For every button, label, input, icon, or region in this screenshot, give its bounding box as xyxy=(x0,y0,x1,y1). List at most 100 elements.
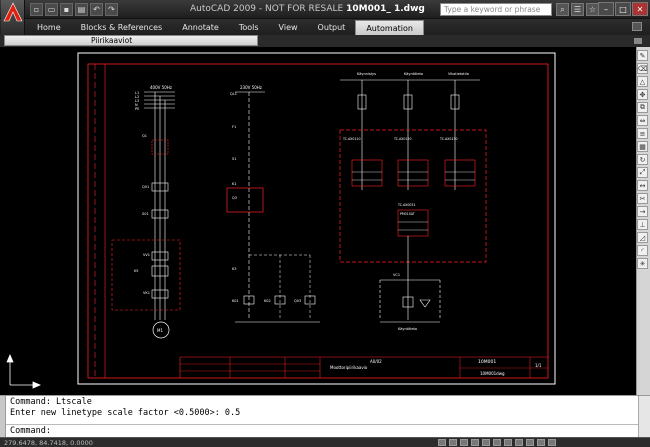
phase-lines xyxy=(144,91,175,320)
rotate-icon[interactable]: ↻ xyxy=(637,154,648,165)
trim-icon[interactable]: ✂ xyxy=(637,193,648,204)
label-q1: Q1 xyxy=(142,134,147,138)
title-drawing-number: 10M001 xyxy=(478,359,496,365)
search-icon[interactable]: ⌕ xyxy=(556,3,569,16)
array-icon[interactable]: ▦ xyxy=(637,141,648,152)
showmotion-icon[interactable] xyxy=(493,439,501,446)
clean-screen-icon[interactable] xyxy=(548,439,556,446)
zoom-icon[interactable] xyxy=(471,439,479,446)
extend-icon[interactable]: → xyxy=(637,206,648,217)
undo-icon[interactable]: ↶ xyxy=(90,3,103,16)
tab-blocks-references[interactable]: Blocks & References xyxy=(71,20,173,35)
label-k3: K3 xyxy=(232,267,237,271)
io-label-3: TC.AX0130 xyxy=(439,137,457,141)
command-input[interactable]: Command: xyxy=(6,424,638,437)
search-input[interactable]: Type a keyword or phrase xyxy=(440,3,552,16)
stretch-icon[interactable]: ↔ xyxy=(637,180,648,191)
window-title: AutoCAD 2009 - NOT FOR RESALE 10M001_ 1.… xyxy=(190,4,425,14)
output-diode xyxy=(419,299,431,308)
new-icon[interactable]: ▫ xyxy=(30,3,43,16)
app-logo-icon xyxy=(3,2,23,22)
io-inputs xyxy=(340,79,480,190)
chamfer-icon[interactable]: ◿ xyxy=(637,232,648,243)
workspace-icon[interactable] xyxy=(526,439,534,446)
offset-icon[interactable]: ≡ xyxy=(637,128,648,139)
top-label-3: Vikatietotila xyxy=(448,72,469,76)
lock-icon[interactable] xyxy=(537,439,545,446)
label-k1: K1 xyxy=(232,182,237,186)
tab-view[interactable]: View xyxy=(269,20,308,35)
redo-icon[interactable]: ↷ xyxy=(105,3,118,16)
io-module-rows xyxy=(352,171,475,231)
status-bar: 279.6478, 84.7418, 0.0000 xyxy=(0,437,650,447)
pan-icon[interactable] xyxy=(460,439,468,446)
phase-pe: PE xyxy=(135,107,139,111)
label-q01: Q01 xyxy=(142,185,149,189)
fillet-icon[interactable]: ◜ xyxy=(637,245,648,256)
move-icon[interactable]: ✥ xyxy=(637,89,648,100)
status-toggles xyxy=(438,439,556,446)
break-icon[interactable]: ⊥ xyxy=(637,219,648,230)
ribbon-tabs-bar: Home Blocks & References Annotate Tools View… xyxy=(0,19,650,35)
explode-icon[interactable]: ✳ xyxy=(637,258,648,269)
application-menu-button[interactable] xyxy=(1,0,25,35)
command-history-1: Command: Ltscale xyxy=(10,397,92,407)
label-f1: F1 xyxy=(232,125,236,129)
scale-icon[interactable]: ⤢ xyxy=(637,167,648,178)
title-block-rev: A0/02 xyxy=(370,359,382,364)
contactor-zone xyxy=(111,239,181,311)
module-text: PM01SAT xyxy=(400,212,415,216)
drawing-canvas[interactable]: 10M001 Moottoripiirikaavio A0/02 10M001d… xyxy=(0,47,636,395)
layout-icon[interactable] xyxy=(449,439,457,446)
tab-home[interactable]: Home xyxy=(27,20,71,35)
title-block-title: Moottoripiirikaavio xyxy=(330,365,368,370)
triangle-icon[interactable]: △ xyxy=(637,76,648,87)
label-vk1: VK1 xyxy=(143,291,150,295)
annotation-visibility-icon[interactable] xyxy=(515,439,523,446)
label-k5: K5 xyxy=(134,269,139,273)
panel-piirikaaviot[interactable]: Piirikaaviot xyxy=(4,35,258,46)
bottom-label: Käyntitieto xyxy=(398,327,417,331)
close-icon[interactable]: ✕ xyxy=(632,2,648,16)
label-m1: M1 xyxy=(157,328,163,333)
top-label-2: Käyntitieto xyxy=(404,72,423,76)
copy-icon[interactable]: ⧉ xyxy=(637,102,648,113)
communication-icon[interactable]: ☰ xyxy=(571,3,584,16)
label-q03: Q03 xyxy=(294,299,301,303)
tab-output[interactable]: Output xyxy=(308,20,356,35)
minimize-icon[interactable]: – xyxy=(598,2,614,16)
title-block-code: 10M001dwg xyxy=(480,371,505,376)
module-label: TC.AX0031 xyxy=(397,203,415,207)
mirror-icon[interactable]: ⇔ xyxy=(637,115,648,126)
save-icon[interactable]: ▪ xyxy=(60,3,73,16)
maximize-icon[interactable]: □ xyxy=(615,2,631,16)
title-bar: ▫ ▭ ▪ ▤ ↶ ↷ AutoCAD 2009 - NOT FOR RESAL… xyxy=(0,0,650,35)
label-vc1: VC1 xyxy=(393,273,400,277)
panel-options-icon[interactable] xyxy=(634,38,642,44)
ribbon-tabs: Home Blocks & References Annotate Tools View… xyxy=(27,20,424,35)
tab-automation[interactable]: Automation xyxy=(355,20,424,35)
tab-annotate[interactable]: Annotate xyxy=(172,20,229,35)
top-label-1: Käynnistys xyxy=(357,72,376,76)
pencil-icon[interactable]: ✎ xyxy=(637,50,648,61)
command-scrollbar[interactable] xyxy=(638,396,650,438)
erase-icon[interactable]: ⌫ xyxy=(637,63,648,74)
q3-relay-box xyxy=(226,187,264,213)
tab-tools[interactable]: Tools xyxy=(229,20,269,35)
sheet-border xyxy=(77,52,556,385)
model-icon[interactable] xyxy=(438,439,446,446)
ribbon-minimize-button[interactable] xyxy=(632,22,642,31)
open-icon[interactable]: ▭ xyxy=(45,3,58,16)
label-s1: S1 xyxy=(232,157,236,161)
io-label-1: TC.AX0110 xyxy=(342,137,360,141)
command-prompt: Command: xyxy=(10,426,51,436)
ribbon-panel-bar: Piirikaaviot xyxy=(0,35,650,47)
print-icon[interactable]: ▤ xyxy=(75,3,88,16)
annotation-scale-icon[interactable] xyxy=(504,439,512,446)
label-k02: K02 xyxy=(264,299,271,303)
steering-wheel-icon[interactable] xyxy=(482,439,490,446)
io-modules xyxy=(351,159,476,237)
label-ql1: QL1 xyxy=(230,92,237,96)
label-q3: Q3 xyxy=(232,196,237,200)
label-vv1: VV1 xyxy=(143,253,150,257)
